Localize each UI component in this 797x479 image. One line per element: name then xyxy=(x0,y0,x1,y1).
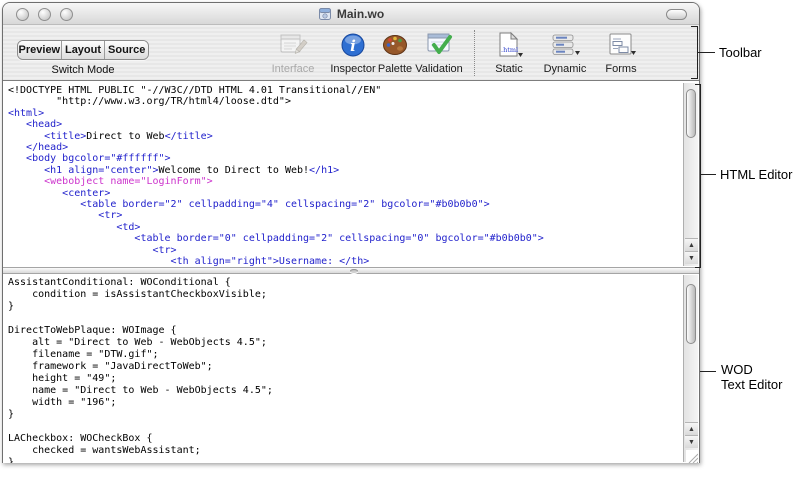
html-scroll-down-arrow[interactable]: ▼ xyxy=(685,251,698,264)
code-line: <th align="right">Username: </th> xyxy=(8,256,682,267)
wod-editor-pane[interactable]: AssistantConditional: WOConditional { co… xyxy=(3,274,699,463)
code-line: DirectToWebPlaque: WOImage { xyxy=(8,325,682,337)
html-editor-leader-line xyxy=(701,174,716,175)
code-line: framework = "JavaDirectToWeb"; xyxy=(8,361,682,373)
code-line: <center> xyxy=(8,188,682,199)
code-line: filename = "DTW.gif"; xyxy=(8,349,682,361)
code-line: condition = isAssistantCheckboxVisible; xyxy=(8,289,682,301)
title-bar[interactable]: Main.wo xyxy=(3,3,699,25)
dynamic-label: Dynamic xyxy=(533,63,597,75)
html-scroll-up-arrow[interactable]: ▲ xyxy=(685,238,698,251)
preview-button[interactable]: Preview xyxy=(18,41,62,59)
switch-mode-label: Switch Mode xyxy=(17,64,149,76)
wod-scrollbar-thumb[interactable] xyxy=(686,284,696,344)
code-line: alt = "Direct to Web - WebObjects 4.5"; xyxy=(8,337,682,349)
toolbar-item-forms[interactable]: Forms xyxy=(589,29,653,79)
code-line: <body bgcolor="#ffffff"> xyxy=(8,153,682,164)
code-line: } xyxy=(8,409,682,421)
splitter-dimple-handle[interactable] xyxy=(350,269,358,273)
dynamic-icon xyxy=(533,29,597,61)
validation-label: Validation xyxy=(407,63,471,75)
html-editor-content: <!DOCTYPE HTML PUBLIC "-//W3C//DTD HTML … xyxy=(8,85,682,267)
code-line: <!DOCTYPE HTML PUBLIC "-//W3C//DTD HTML … xyxy=(8,85,682,96)
code-line: <tr> xyxy=(8,245,682,256)
window-resize-grip[interactable] xyxy=(686,450,698,462)
toolbar-item-static[interactable]: .html Static xyxy=(479,29,539,79)
code-line: width = "196"; xyxy=(8,397,682,409)
static-icon: .html xyxy=(479,29,539,61)
toolbar-toggle-button[interactable] xyxy=(666,9,687,20)
wod-scroll-up-arrow[interactable]: ▲ xyxy=(685,422,698,435)
wod-scroll-down-arrow[interactable]: ▼ xyxy=(685,435,698,448)
svg-text:i: i xyxy=(350,37,356,55)
toolbar-bracket-bottom-tick xyxy=(691,78,697,79)
svg-text:.html: .html xyxy=(501,46,518,54)
source-button[interactable]: Source xyxy=(105,41,148,59)
code-line: } xyxy=(8,301,682,313)
code-line: <head> xyxy=(8,119,682,130)
document-icon xyxy=(318,7,332,21)
switch-mode-segmented-control: Preview Layout Source xyxy=(17,40,149,60)
code-line: <title>Direct to Web</title> xyxy=(8,131,682,142)
code-line: checked = wantsWebAssistant; xyxy=(8,445,682,457)
code-line xyxy=(8,421,682,433)
code-line: AssistantConditional: WOConditional { xyxy=(8,277,682,289)
html-editor-bracket-line xyxy=(700,84,701,268)
html-editor-bracket-top-tick xyxy=(695,84,701,85)
code-line: <html> xyxy=(8,108,682,119)
code-line: <tr> xyxy=(8,210,682,221)
code-line xyxy=(8,313,682,325)
window-title: Main.wo xyxy=(337,7,384,21)
interface-label: Interface xyxy=(261,63,325,75)
html-editor-scrollbar[interactable]: ▲ ▼ xyxy=(683,83,698,266)
forms-icon xyxy=(589,29,653,61)
toolbar-annotation: Toolbar xyxy=(719,45,762,60)
html-editor-bracket-bottom-tick xyxy=(695,267,701,268)
code-line: } xyxy=(8,457,682,463)
code-line: "http://www.w3.org/TR/html4/loose.dtd"> xyxy=(8,96,682,107)
code-line: name = "Direct to Web - WebObjects 4.5"; xyxy=(8,385,682,397)
toolbar-separator xyxy=(474,30,475,76)
html-editor-pane[interactable]: <!DOCTYPE HTML PUBLIC "-//W3C//DTD HTML … xyxy=(3,82,699,267)
validation-icon xyxy=(407,29,471,61)
static-label: Static xyxy=(479,63,539,75)
code-line: <td> xyxy=(8,222,682,233)
wod-editor-scrollbar[interactable]: ▲ ▼ xyxy=(683,275,698,462)
code-line: <table border="2" cellpadding="4" cellsp… xyxy=(8,199,682,210)
code-line: height = "49"; xyxy=(8,373,682,385)
toolbar-leader-line xyxy=(698,52,715,53)
toolbar-bracket-top-tick xyxy=(691,26,697,27)
wod-editor-annotation-line2: Text Editor xyxy=(721,377,782,392)
layout-button[interactable]: Layout xyxy=(62,41,106,59)
html-editor-annotation: HTML Editor xyxy=(720,167,792,182)
wod-editor-annotation-line1: WOD xyxy=(721,362,753,377)
toolbar-item-validation[interactable]: Validation xyxy=(407,29,471,79)
code-line: </head> xyxy=(8,142,682,153)
html-scrollbar-thumb[interactable] xyxy=(686,89,696,138)
code-line: <webobject name="LoginForm"> xyxy=(8,176,682,187)
wod-editor-content: AssistantConditional: WOConditional { co… xyxy=(8,277,682,463)
code-line: <h1 align="center">Welcome to Direct to … xyxy=(8,165,682,176)
toolbar-item-dynamic[interactable]: Dynamic xyxy=(533,29,597,79)
forms-label: Forms xyxy=(589,63,653,75)
title-area: Main.wo xyxy=(3,3,699,25)
interface-icon xyxy=(261,29,325,61)
pane-splitter[interactable] xyxy=(3,267,699,274)
code-line: LACheckbox: WOCheckBox { xyxy=(8,433,682,445)
webobjects-builder-window: Main.wo Preview Layout Source Switch Mod… xyxy=(2,2,700,463)
wod-editor-leader-line xyxy=(700,371,716,372)
toolbar-item-interface: Interface xyxy=(261,29,325,79)
code-line: <table border="0" cellpadding="2" cellsp… xyxy=(8,233,682,244)
toolbar: Preview Layout Source Switch Mode xyxy=(3,25,699,81)
